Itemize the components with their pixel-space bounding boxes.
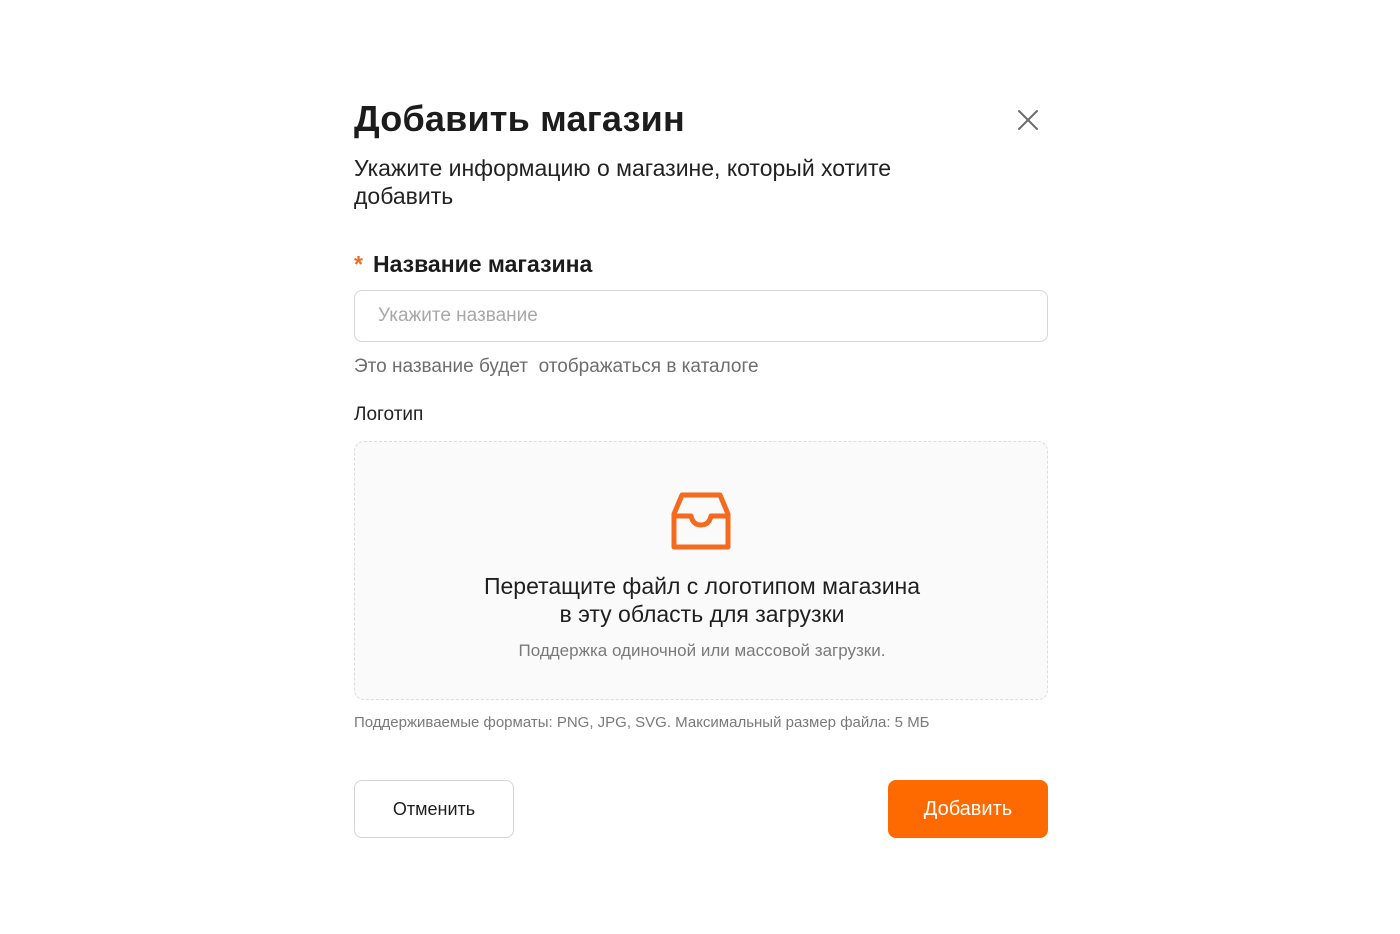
close-icon[interactable] [1014,106,1042,134]
store-name-hint: Это название будет отображаться в катало… [354,356,759,377]
modal-title: Добавить магазин [354,98,685,139]
add-button[interactable]: Добавить [888,780,1048,838]
cancel-button[interactable]: Отменить [354,780,514,838]
inbox-icon [670,490,732,552]
modal-subtitle: Укажите информацию о магазине, который х… [354,155,892,209]
dropzone-line-1: Перетащите файл с логотипом магазина [483,573,921,599]
dropzone-line-2: в эту область для загрузки [559,601,845,627]
logo-label: Логотип [354,404,424,425]
supported-formats-note: Поддерживаемые форматы: PNG, JPG, SVG. М… [354,714,930,731]
store-name-label: * Название магазина [354,251,592,278]
store-name-input[interactable] [354,290,1048,342]
dropzone-subtext: Поддержка одиночной или массовой загрузк… [518,641,886,660]
required-mark: * [354,251,363,277]
logo-dropzone[interactable]: Перетащите файл с логотипом магазина в э… [354,441,1048,700]
store-name-label-text: Название магазина [372,251,593,277]
dropzone-text: Перетащите файл с логотипом магазина в э… [355,572,1049,628]
